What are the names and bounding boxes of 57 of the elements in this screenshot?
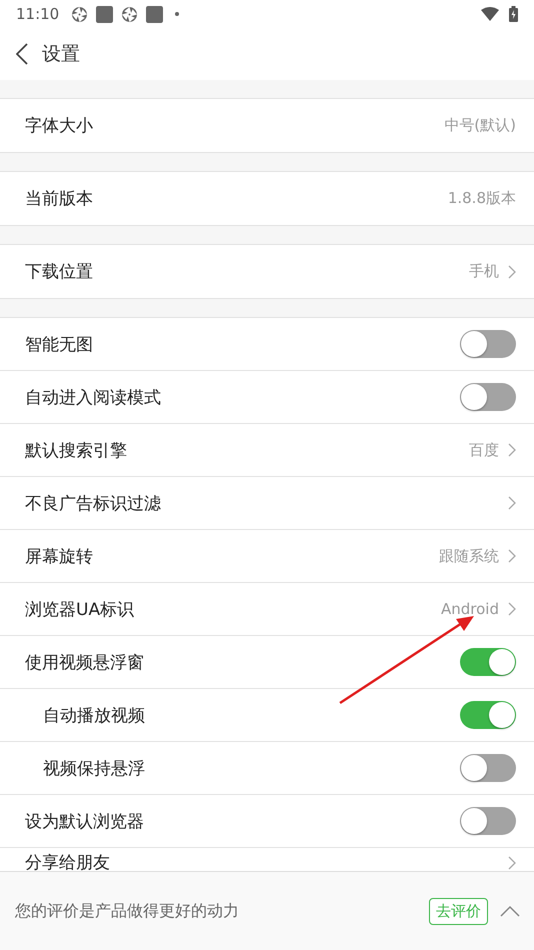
settings-row[interactable]: 分享给朋友 <box>0 848 534 871</box>
setting-label: 默认搜索引擎 <box>25 440 128 462</box>
square-icon <box>96 6 114 22</box>
setting-label: 分享给朋友 <box>25 853 111 871</box>
settings-row[interactable]: 自动进入阅读模式 <box>0 371 534 424</box>
settings-row[interactable]: 智能无图 <box>0 318 534 371</box>
page-title: 设置 <box>42 42 80 67</box>
setting-value: 1.8.8版本 <box>448 189 516 208</box>
toggle-switch[interactable] <box>460 330 516 358</box>
chevron-right-icon <box>508 496 516 510</box>
aperture-icon <box>71 6 88 22</box>
setting-label: 设为默认浏览器 <box>25 810 145 832</box>
settings-row[interactable]: 屏幕旋转 跟随系统 <box>0 530 534 583</box>
setting-value: 跟随系统 <box>439 546 499 566</box>
setting-value: 手机 <box>469 262 499 281</box>
setting-label: 当前版本 <box>25 188 94 210</box>
settings-row[interactable]: 使用视频悬浮窗 <box>0 636 534 689</box>
chevron-right-icon <box>508 602 516 616</box>
settings-row[interactable]: 当前版本 1.8.8版本 <box>0 172 534 225</box>
toggle-switch[interactable] <box>460 701 516 729</box>
status-time: 11:10 <box>16 5 60 23</box>
setting-label: 屏幕旋转 <box>25 546 94 568</box>
settings-row[interactable]: 下载位置 手机 <box>0 245 534 298</box>
back-icon[interactable] <box>16 43 28 65</box>
chevron-right-icon <box>508 443 516 457</box>
setting-label: 浏览器UA标识 <box>25 598 136 620</box>
chevron-right-icon <box>508 856 516 870</box>
setting-label: 不良广告标识过滤 <box>25 492 162 514</box>
dot-icon <box>175 12 180 16</box>
settings-row[interactable]: 设为默认浏览器 <box>0 795 534 848</box>
settings-row[interactable]: 字体大小 中号(默认) <box>0 99 534 152</box>
rating-prompt: 您的评价是产品做得更好的动力 <box>15 900 240 922</box>
setting-label: 自动播放视频 <box>42 704 146 726</box>
toggle-switch[interactable] <box>460 648 516 676</box>
toggle-switch[interactable] <box>460 807 516 835</box>
settings-row[interactable]: 视频保持悬浮 <box>0 742 534 795</box>
wifi-icon <box>481 7 499 21</box>
aperture-icon <box>121 6 138 22</box>
setting-label: 字体大小 <box>25 115 94 137</box>
setting-label: 视频保持悬浮 <box>42 758 146 780</box>
setting-value: 中号(默认) <box>444 116 516 135</box>
setting-label: 使用视频悬浮窗 <box>25 652 145 674</box>
battery-icon <box>509 6 518 22</box>
chevron-up-icon[interactable] <box>500 905 520 917</box>
chevron-right-icon <box>508 549 516 563</box>
setting-value: 百度 <box>469 440 499 460</box>
setting-value: Android <box>441 600 499 618</box>
toggle-switch[interactable] <box>460 383 516 411</box>
toggle-switch[interactable] <box>460 754 516 782</box>
setting-label: 自动进入阅读模式 <box>25 386 162 408</box>
settings-row[interactable]: 不良广告标识过滤 <box>0 477 534 530</box>
settings-row[interactable]: 自动播放视频 <box>0 689 534 742</box>
settings-row[interactable]: 默认搜索引擎 百度 <box>0 424 534 477</box>
setting-label: 智能无图 <box>25 334 94 356</box>
setting-label: 下载位置 <box>25 261 94 283</box>
chevron-right-icon <box>508 264 516 278</box>
square-icon <box>146 6 164 22</box>
